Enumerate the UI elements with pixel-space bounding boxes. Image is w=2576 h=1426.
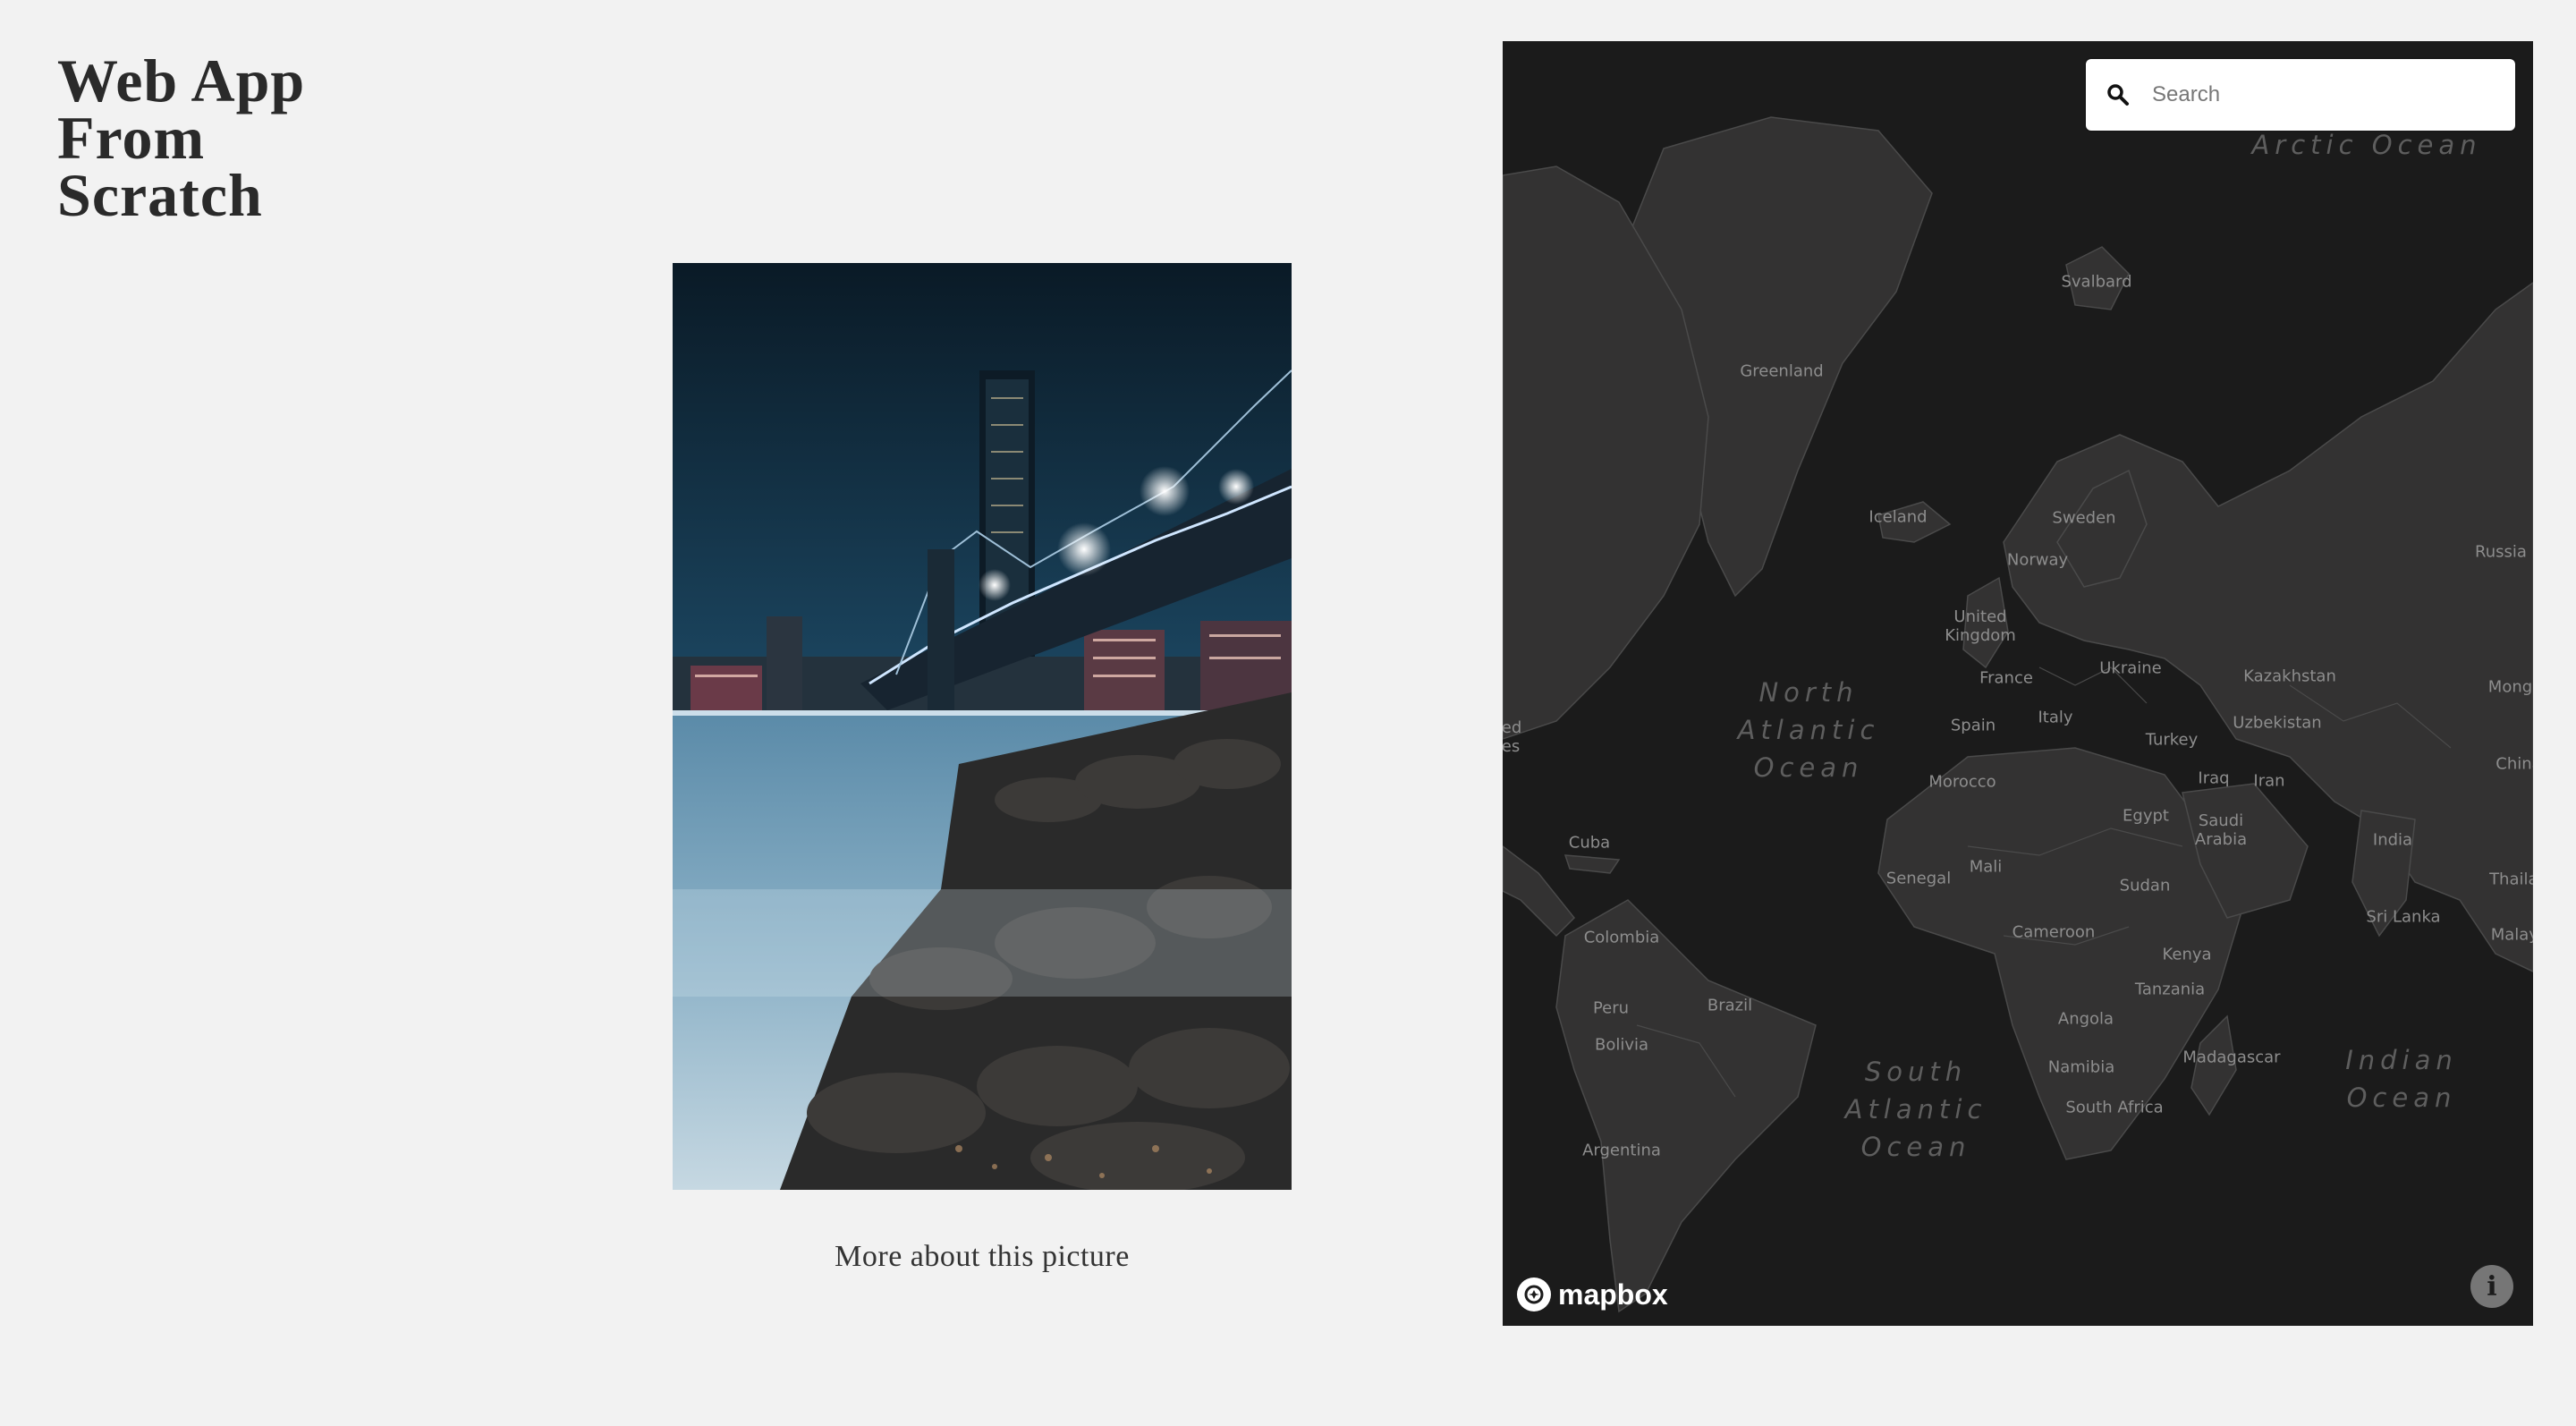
ocean-label: Indian Ocean (2345, 1045, 2458, 1113)
place-label: Cameroon (2012, 922, 2096, 942)
bridge-photo (673, 263, 1292, 1190)
place-label: Peru (1592, 998, 1630, 1018)
place-label: Iran (2253, 771, 2285, 791)
info-icon: i (2487, 1270, 2497, 1303)
place-label: Mongo (2487, 677, 2533, 697)
search-input[interactable] (2150, 81, 2494, 108)
place-label: Uzbekistan (2233, 713, 2322, 733)
place-label: France (1979, 668, 2033, 688)
place-label: Kazakhstan (2243, 666, 2336, 686)
place-label: Svalbard (2061, 272, 2132, 292)
search-icon (2086, 59, 2150, 131)
place-label: Namibia (2047, 1057, 2115, 1077)
place-label: Madagascar (2182, 1048, 2281, 1067)
place-label: Saudi Arabia (2194, 811, 2248, 849)
place-label: Iraq (2198, 768, 2230, 788)
place-label: Kenya (2162, 945, 2212, 964)
place-label: Spain (1950, 716, 1996, 735)
place-label: United Kingdom (1945, 607, 2016, 645)
place-label: Ukraine (2099, 658, 2162, 678)
place-label: Norway (2006, 550, 2069, 570)
ocean-label: North Atlantic Ocean (1737, 677, 1880, 783)
place-label: Sudan (2119, 876, 2171, 895)
place-label: Italy (2038, 708, 2073, 727)
place-label: Cuba (1568, 833, 1611, 853)
place-label: Senegal (1885, 869, 1952, 888)
ocean-label: South Atlantic Ocean (1844, 1057, 1987, 1162)
place-label: Russia (2475, 542, 2527, 562)
place-label: Argentina (1582, 1141, 1661, 1160)
place-label: Thailan (2489, 870, 2533, 889)
place-label: South Africa (2065, 1098, 2164, 1117)
place-label: China (2496, 754, 2533, 774)
photo-caption-link[interactable]: More about this picture (673, 1240, 1292, 1274)
place-label: Colombia (1583, 928, 1660, 947)
place-label: Greenland (1740, 361, 1824, 381)
place-label: Sri Lanka (2366, 907, 2441, 927)
place-label: Tanzania (2134, 980, 2206, 999)
attribution-info-button[interactable]: i (2470, 1265, 2513, 1308)
site-title-line: Web App (57, 47, 306, 115)
map-search-box[interactable] (2086, 59, 2515, 131)
place-label: Morocco (1928, 772, 1996, 792)
mapbox-logo-text: mapbox (1558, 1277, 1668, 1311)
place-label: Angola (2057, 1009, 2114, 1029)
place-label: Malays (2490, 925, 2533, 945)
world-map[interactable]: Arctic Ocean North Atlantic Ocean South … (1503, 41, 2533, 1326)
place-label: Iceland (1868, 507, 1928, 527)
site-title-line: From (57, 104, 206, 172)
place-label: ed es (1503, 718, 1522, 756)
ocean-label: Arctic Ocean (2251, 130, 2482, 160)
place-label: Mali (1969, 857, 2003, 877)
place-label: Bolivia (1594, 1035, 1649, 1055)
place-label: Sweden (2052, 508, 2116, 528)
place-label: Turkey (2145, 730, 2199, 750)
place-label: Egypt (2123, 806, 2169, 826)
mapbox-logo-icon (1517, 1277, 1551, 1311)
site-title-line: Scratch (57, 161, 263, 229)
place-label: India (2372, 830, 2413, 850)
place-label: Brazil (1707, 996, 1753, 1015)
site-title: Web App From Scratch (57, 47, 306, 229)
mapbox-logo[interactable]: mapbox (1517, 1277, 1668, 1311)
